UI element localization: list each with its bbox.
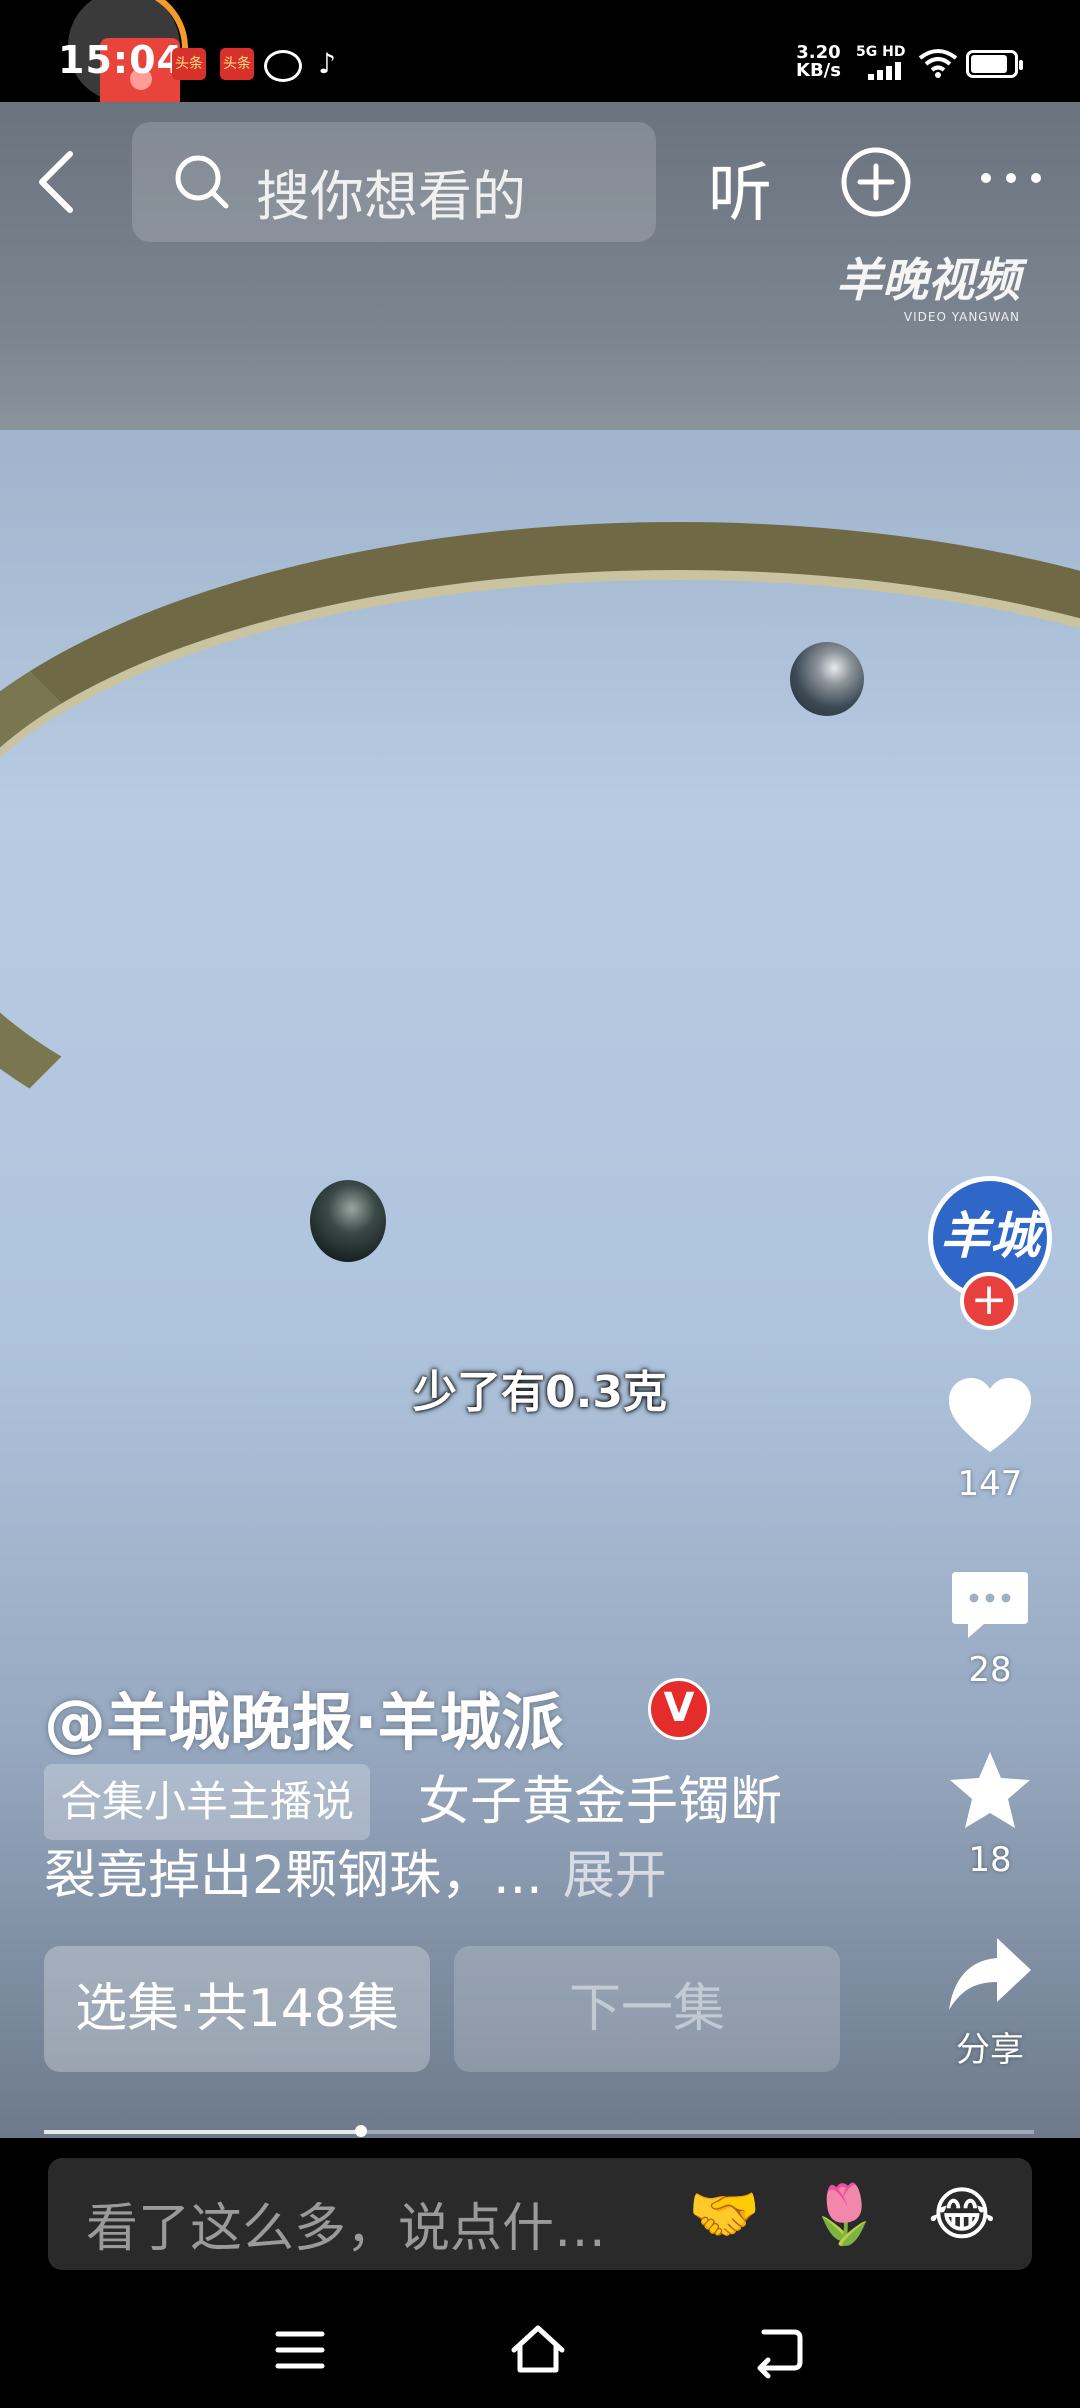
favorite-button[interactable]: 18 <box>930 1750 1050 1880</box>
search-icon <box>175 155 229 209</box>
more-icon[interactable] <box>976 158 1046 198</box>
news-app-icon: 头条 <box>172 48 206 80</box>
expand-link[interactable]: 展开 <box>563 1846 667 1906</box>
comment-icon <box>952 1572 1028 1638</box>
share-icon <box>949 1938 1031 2010</box>
like-count: 147 <box>957 1464 1023 1504</box>
steel-bead-image <box>790 642 864 716</box>
browser-icon <box>264 50 302 82</box>
channel-watermark: 羊晚视频 VIDEO YANGWAN <box>836 253 1020 324</box>
comment-button[interactable]: 28 <box>930 1570 1050 1690</box>
comment-input[interactable]: 看了这么多，说点什… 🤝 🌷 😂 <box>48 2158 1032 2270</box>
steel-bead-image-2 <box>310 1180 386 1262</box>
handshake-emoji-icon[interactable]: 🤝 <box>688 2182 760 2246</box>
author-name[interactable]: @羊城晚报·羊城派 <box>44 1672 564 1762</box>
episodes-button[interactable]: 选集·共148集 <box>44 1946 430 2072</box>
like-button[interactable]: 147 <box>930 1376 1050 1504</box>
progress-handle[interactable] <box>354 2125 367 2137</box>
favorite-count: 18 <box>968 1840 1012 1880</box>
system-nav-bar <box>0 2270 1080 2408</box>
collection-tag[interactable]: 合集小羊主播说 <box>44 1764 371 1840</box>
battery-icon <box>966 50 1023 78</box>
net-speed: 3.20 KB/s <box>796 42 841 81</box>
video-description: 女子黄金手镯断 <box>418 1772 783 1832</box>
share-label: 分享 <box>956 2030 1024 2070</box>
share-button[interactable]: 分享 <box>930 1936 1050 2071</box>
comment-placeholder: 看了这么多，说点什… <box>86 2199 607 2259</box>
heart-icon <box>949 1378 1031 1452</box>
news-app-icon-2: 头条 <box>220 48 254 80</box>
back-icon[interactable] <box>24 142 94 222</box>
back-nav-icon[interactable] <box>748 2320 808 2380</box>
video-description-2: 裂竟掉出2颗钢珠，... 展开 <box>44 1846 667 1906</box>
follow-button[interactable]: + <box>960 1272 1018 1330</box>
tiktok-icon: ♪ <box>318 47 336 80</box>
gold-bangle-image <box>0 522 1080 1238</box>
next-episode-button[interactable]: 下一集 <box>454 1946 840 2072</box>
flower-emoji-icon[interactable]: 🌷 <box>808 2182 880 2246</box>
comment-count: 28 <box>968 1650 1012 1690</box>
video-subtitle: 少了有0.3克 <box>413 1367 667 1418</box>
laugh-emoji-icon[interactable]: 😂 <box>928 2182 996 2246</box>
add-icon[interactable] <box>840 146 912 218</box>
progress-bar[interactable] <box>44 2125 1034 2137</box>
menu-icon[interactable] <box>270 2320 330 2380</box>
status-bar: 15:04 头条 头条 ♪ 3.20 KB/s 5G HD <box>0 0 1080 108</box>
verified-badge: V <box>648 1678 710 1740</box>
home-icon[interactable] <box>508 2320 568 2380</box>
listen-button[interactable]: 听 <box>708 142 772 234</box>
search-input[interactable]: 搜你想看的 <box>132 122 656 242</box>
star-icon <box>950 1752 1030 1828</box>
progress-fill <box>44 2130 361 2134</box>
network-type: 5G HD <box>856 44 906 60</box>
signal-icon <box>868 60 908 80</box>
status-time: 15:04 <box>58 38 184 82</box>
wifi-icon <box>918 49 958 78</box>
search-placeholder: 搜你想看的 <box>256 165 526 228</box>
